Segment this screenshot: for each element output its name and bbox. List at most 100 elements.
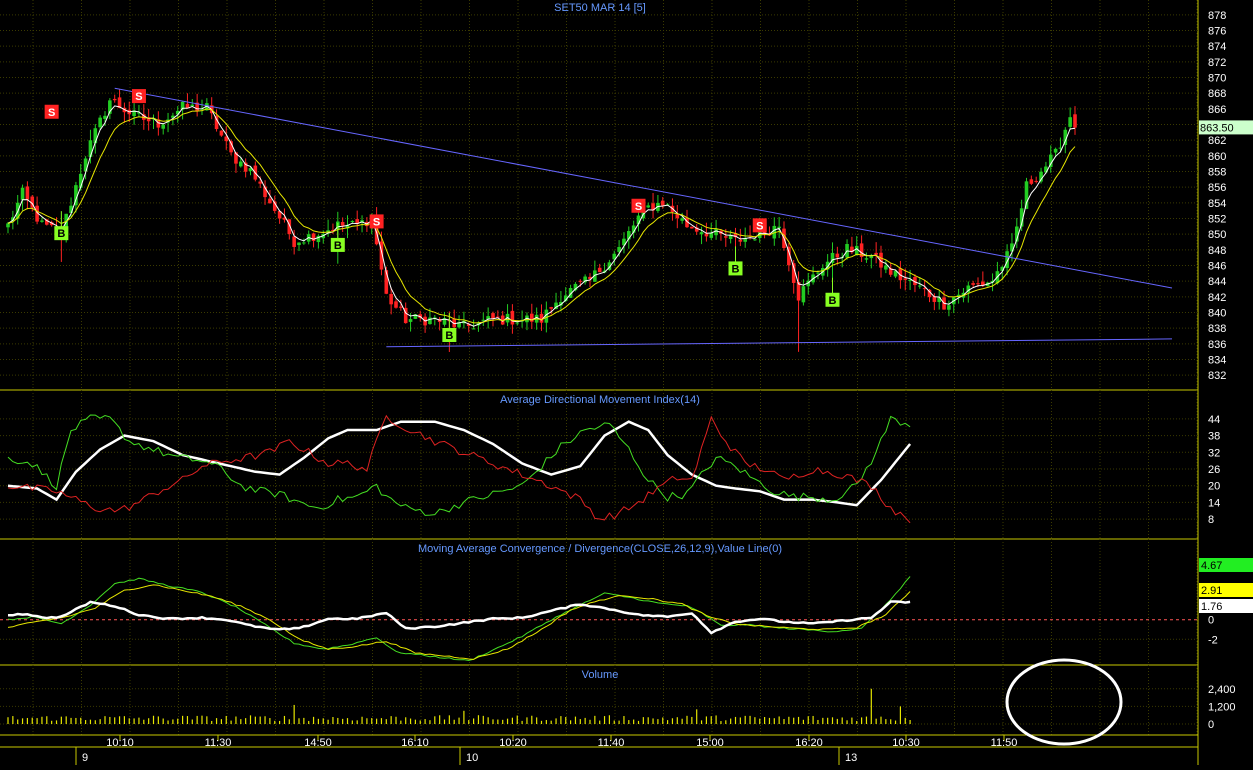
- last-price-label: 863.50: [1200, 122, 1234, 134]
- candle-body: [25, 186, 30, 200]
- candle-body: [724, 236, 728, 238]
- candle-body: [597, 267, 602, 273]
- x-tick-label: 16:20: [795, 737, 823, 749]
- macd-value-label: 2.91: [1201, 585, 1222, 597]
- stock-chart: 832 834 836 838 840 842 844 846 848 850 852 854 856 8…: [0, 0, 1253, 765]
- candle-body: [302, 242, 306, 244]
- trendline: [386, 338, 1173, 348]
- candle-body: [394, 301, 398, 308]
- x-tick-label: 16:10: [401, 737, 429, 749]
- price-tick-label: 876: [1208, 26, 1226, 38]
- candle-body: [675, 214, 680, 219]
- adx-tick-label: 20: [1208, 481, 1220, 493]
- candle-body: [6, 223, 10, 228]
- candle-body: [112, 98, 117, 101]
- candle-body: [549, 307, 553, 309]
- candle-body: [311, 233, 316, 241]
- candle-body: [660, 200, 665, 206]
- candle-body: [399, 306, 403, 308]
- price-tick-label: 856: [1208, 182, 1226, 194]
- candle-body: [714, 228, 718, 236]
- x-tick-label: 10:30: [892, 737, 920, 749]
- price-tick-label: 850: [1208, 229, 1226, 241]
- price-tick-label: 858: [1208, 167, 1226, 179]
- candle-body: [219, 130, 224, 136]
- signal-marker-sell: S: [631, 198, 646, 213]
- candle-body: [704, 233, 709, 237]
- price-tick-label: 844: [1208, 276, 1226, 288]
- x-tick-label: 10:10: [106, 737, 134, 749]
- candle-body: [971, 283, 975, 285]
- price-tick-label: 836: [1208, 339, 1226, 351]
- panel-title: Moving Average Convergence / Divergence(…: [418, 543, 782, 555]
- signal-label: B: [829, 295, 837, 307]
- candle-body: [340, 222, 345, 226]
- candle-body: [796, 281, 801, 301]
- candle-body: [874, 252, 878, 255]
- candle-body: [389, 293, 393, 305]
- signal-label: S: [756, 220, 763, 232]
- candles: [6, 89, 1077, 353]
- candle-body: [578, 280, 583, 282]
- x-tick-label: 14:50: [304, 737, 332, 749]
- candle-body: [350, 220, 355, 222]
- candle-body: [976, 283, 980, 285]
- price-tick-label: 878: [1208, 10, 1226, 22]
- candle-body: [481, 319, 486, 321]
- adx-tick-label: 26: [1208, 464, 1220, 476]
- candle-body: [1053, 148, 1058, 153]
- candle-body: [864, 258, 869, 260]
- candle-body: [835, 253, 840, 258]
- candle-body: [1029, 179, 1034, 184]
- candle-body: [471, 328, 476, 330]
- signal-label: S: [635, 201, 642, 213]
- price-tick-label: 848: [1208, 245, 1226, 257]
- highlight-circle: [1005, 658, 1123, 746]
- adx-tick-label: 38: [1208, 431, 1220, 443]
- price-tick-label: 868: [1208, 88, 1226, 100]
- macd-value-label: 1.76: [1201, 601, 1222, 613]
- volume-tick-label: 0: [1208, 719, 1214, 731]
- candle-body: [918, 285, 922, 287]
- signal-label: S: [135, 91, 142, 103]
- histogram-line: [7, 600, 911, 635]
- signal-label: S: [373, 216, 380, 228]
- candle-body: [103, 115, 107, 119]
- candle-body: [258, 181, 262, 184]
- signal-label: B: [445, 330, 453, 342]
- signal-label: B: [57, 228, 65, 240]
- adx-line: [7, 420, 912, 507]
- x-tick-label: 11:50: [991, 737, 1018, 749]
- price-tick-label: 870: [1208, 73, 1226, 85]
- price-tick-label: 842: [1208, 292, 1226, 304]
- x-tick-label: 11:30: [205, 737, 232, 749]
- candle-body: [161, 124, 165, 129]
- signal-marker-sell: S: [752, 218, 767, 233]
- price-tick-label: 854: [1208, 198, 1226, 210]
- candle-body: [88, 140, 93, 157]
- candle-body: [515, 322, 520, 324]
- day-label: 9: [82, 752, 88, 764]
- macd-value-label: 4.67: [1201, 560, 1222, 572]
- signal-label: S: [48, 107, 55, 119]
- signal-marker-sell: S: [131, 89, 146, 104]
- ma-fast-line: [7, 105, 1076, 327]
- candle-body: [854, 245, 859, 256]
- plus_di-line: [7, 414, 911, 516]
- price-tick-label: 874: [1208, 41, 1226, 53]
- x-tick-label: 10:20: [499, 737, 527, 749]
- macd-lines: [7, 576, 911, 662]
- adx-tick-label: 8: [1208, 514, 1214, 526]
- trendline: [114, 87, 1173, 289]
- panel-title: Volume: [582, 669, 619, 681]
- panel-title: Average Directional Movement Index(14): [500, 394, 700, 406]
- macd-tick-label: 0: [1208, 615, 1214, 627]
- candle-body: [239, 161, 243, 167]
- candle-body: [510, 310, 515, 325]
- candle-body: [884, 265, 888, 270]
- candle-body: [292, 236, 296, 247]
- candle-body: [801, 286, 806, 303]
- price-tick-label: 862: [1208, 135, 1226, 147]
- x-tick-label: 15:00: [696, 737, 724, 749]
- candle-body: [1048, 154, 1053, 167]
